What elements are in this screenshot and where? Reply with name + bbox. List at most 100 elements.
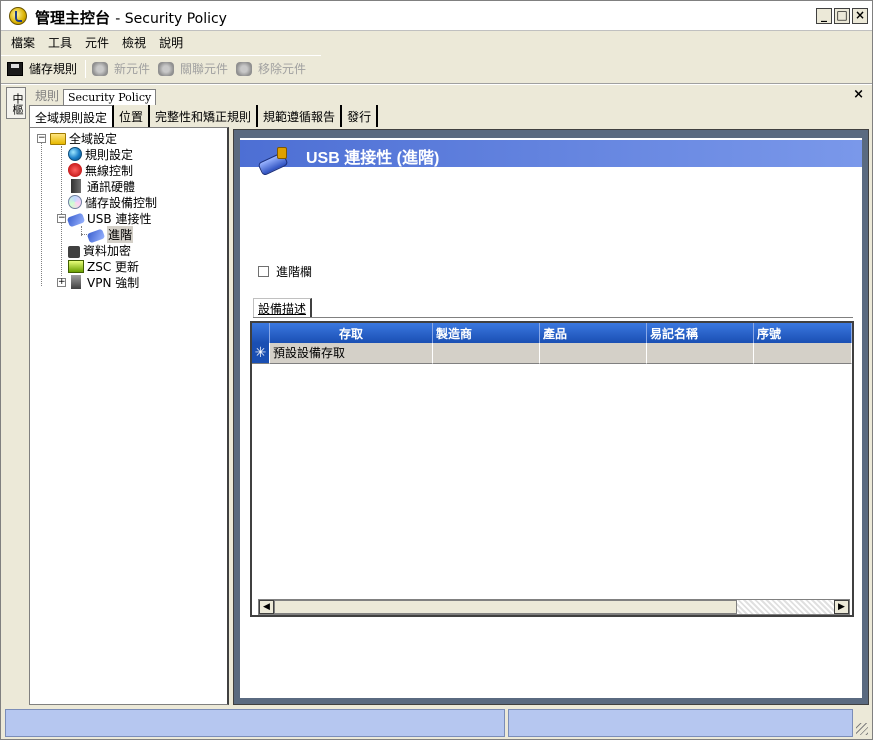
maximize-button[interactable]: □ (834, 8, 850, 24)
tree-node-data-encryption[interactable]: 資料加密 (68, 242, 131, 258)
tree-node-label: 儲存設備控制 (85, 195, 158, 210)
status-pane-left (5, 709, 505, 737)
cell-manufacturer[interactable] (433, 343, 540, 364)
cell-serial[interactable] (754, 343, 852, 364)
lock-icon (68, 245, 80, 258)
tree-expand-toggle[interactable]: + (57, 278, 66, 287)
checkbox-box[interactable] (258, 266, 269, 277)
new-component-button[interactable]: 新元件 (92, 60, 150, 77)
vpn-icon (71, 275, 81, 289)
tree-node-global-settings[interactable]: 全域設定 (50, 130, 117, 146)
floppy-disk-icon (7, 61, 23, 76)
remove-component-icon (236, 61, 253, 76)
tree-node-label: 進階 (107, 225, 134, 243)
tree-node-label: 通訊硬體 (87, 179, 136, 194)
window-title-sub: - Security Policy (115, 11, 227, 27)
grid-header-corner (252, 323, 270, 343)
wireless-icon (68, 163, 82, 177)
globe-icon (68, 147, 82, 161)
tree-node-usb-connectivity[interactable]: USB 連接性 (66, 210, 152, 227)
advanced-columns-checkbox[interactable]: 進階欄 (258, 263, 312, 280)
policy-tabs: 全域規則設定 位置 完整性和矯正規則 規範遵循報告 發行 (29, 105, 379, 127)
tree-node-label: USB 連接性 (87, 211, 152, 226)
column-header-product[interactable]: 產品 (540, 323, 647, 343)
remove-component-label: 移除元件 (258, 62, 307, 76)
tab-global-settings[interactable]: 全域規則設定 (29, 105, 115, 127)
tree-node-comm-hardware[interactable]: 通訊硬體 (68, 178, 135, 194)
associate-component-icon (158, 61, 175, 76)
tree-node-advanced[interactable]: 進階 (86, 225, 134, 243)
minimize-button[interactable]: _ (816, 8, 832, 24)
new-component-icon (92, 61, 109, 76)
tree-node-vpn-enforcement[interactable]: VPN 強制 (68, 274, 139, 290)
cell-friendly-name[interactable] (647, 343, 754, 364)
window-controls: _ □ × (816, 8, 868, 24)
tree-node-label: VPN 強制 (87, 275, 140, 290)
tree-collapse-toggle[interactable]: − (57, 214, 66, 223)
title-bar: 管理主控台 - Security Policy _ □ × (1, 1, 872, 31)
scroll-left-icon[interactable]: ◀ (259, 600, 274, 614)
table-row[interactable]: ✳ 預設設備存取 (252, 343, 852, 364)
tab-compliance-reports[interactable]: 規範遵循報告 (258, 105, 343, 127)
toolbar-separator (85, 59, 87, 78)
menu-components[interactable]: 元件 (81, 31, 113, 53)
window-title-main: 管理主控台 (35, 9, 111, 27)
tab-device-description[interactable]: 設備描述 (253, 298, 313, 318)
app-window: 管理主控台 - Security Policy _ □ × 檔案 工具 元件 檢… (0, 0, 873, 740)
doc-tab-security-policy[interactable]: Security Policy (63, 89, 157, 105)
menu-help[interactable]: 說明 (155, 31, 187, 53)
associate-component-button[interactable]: 關聯元件 (158, 60, 228, 77)
disc-icon (68, 195, 82, 209)
tree-node-label: 資料加密 (83, 243, 132, 258)
column-header-access[interactable]: 存取 (270, 323, 433, 343)
status-bar (1, 707, 872, 739)
tab-publish[interactable]: 發行 (342, 105, 379, 127)
tree-line (41, 142, 42, 286)
device-grid: 存取 製造商 產品 易記名稱 序號 ✳ 預設設備存取 ◀ ▶ (250, 321, 854, 617)
doc-tab-rules[interactable]: 規則 (31, 86, 63, 105)
advanced-columns-label: 進階欄 (276, 265, 313, 279)
tree-node-label: 規則設定 (85, 147, 134, 162)
close-document-icon[interactable]: × (853, 87, 864, 102)
column-header-friendly-name[interactable]: 易記名稱 (647, 323, 754, 343)
menu-file[interactable]: 檔案 (7, 31, 39, 53)
column-header-manufacturer[interactable]: 製造商 (433, 323, 540, 343)
associate-component-label: 關聯元件 (180, 62, 229, 76)
zsc-update-icon (68, 259, 84, 273)
document-tabs: 規則 Security Policy (31, 85, 157, 105)
tree-node-storage-control[interactable]: 儲存設備控制 (68, 194, 157, 210)
settings-tree: − 全域設定 規則設定 無線控制 通訊硬體 儲存設備控制 − USB 連接性 進… (29, 127, 229, 705)
column-header-serial[interactable]: 序號 (754, 323, 852, 343)
toolbar: 儲存規則 新元件 關聯元件 移除元件 (1, 55, 321, 81)
resize-grip-icon[interactable] (856, 723, 868, 735)
cell-access[interactable]: 預設設備存取 (270, 343, 433, 364)
side-tab-strip: 中樞 (3, 85, 27, 705)
folder-icon (50, 133, 66, 145)
horizontal-scrollbar[interactable]: ◀ ▶ (258, 599, 850, 615)
section-title: USB 連接性 (進階) (306, 150, 440, 167)
close-button[interactable]: × (852, 8, 868, 24)
window-title: 管理主控台 - Security Policy (35, 7, 227, 28)
tree-collapse-toggle[interactable]: − (37, 134, 46, 143)
menu-bar: 檔案 工具 元件 檢視 說明 (1, 31, 872, 53)
app-logo-icon (9, 7, 27, 25)
side-tab-hub[interactable]: 中樞 (6, 87, 26, 119)
scroll-right-icon[interactable]: ▶ (834, 600, 849, 614)
grid-header: 存取 製造商 產品 易記名稱 序號 (252, 323, 852, 343)
scrollbar-thumb[interactable] (274, 600, 737, 614)
save-policy-button[interactable]: 儲存規則 (7, 60, 77, 77)
tree-node-wireless-control[interactable]: 無線控制 (68, 162, 133, 178)
tab-underline (253, 317, 853, 318)
tree-node-zsc-update[interactable]: ZSC 更新 (68, 258, 139, 274)
cell-product[interactable] (540, 343, 647, 364)
remove-component-button[interactable]: 移除元件 (236, 60, 306, 77)
tree-node-label: ZSC 更新 (87, 259, 140, 274)
menu-view[interactable]: 檢視 (118, 31, 150, 53)
new-row-marker-icon: ✳ (252, 343, 270, 364)
tab-integrity-rules[interactable]: 完整性和矯正規則 (150, 105, 259, 127)
tree-node-policy-settings[interactable]: 規則設定 (68, 146, 133, 162)
menu-tools[interactable]: 工具 (44, 31, 76, 53)
save-policy-label: 儲存規則 (29, 62, 78, 76)
usb-icon (66, 212, 86, 227)
tab-locations[interactable]: 位置 (114, 105, 151, 127)
